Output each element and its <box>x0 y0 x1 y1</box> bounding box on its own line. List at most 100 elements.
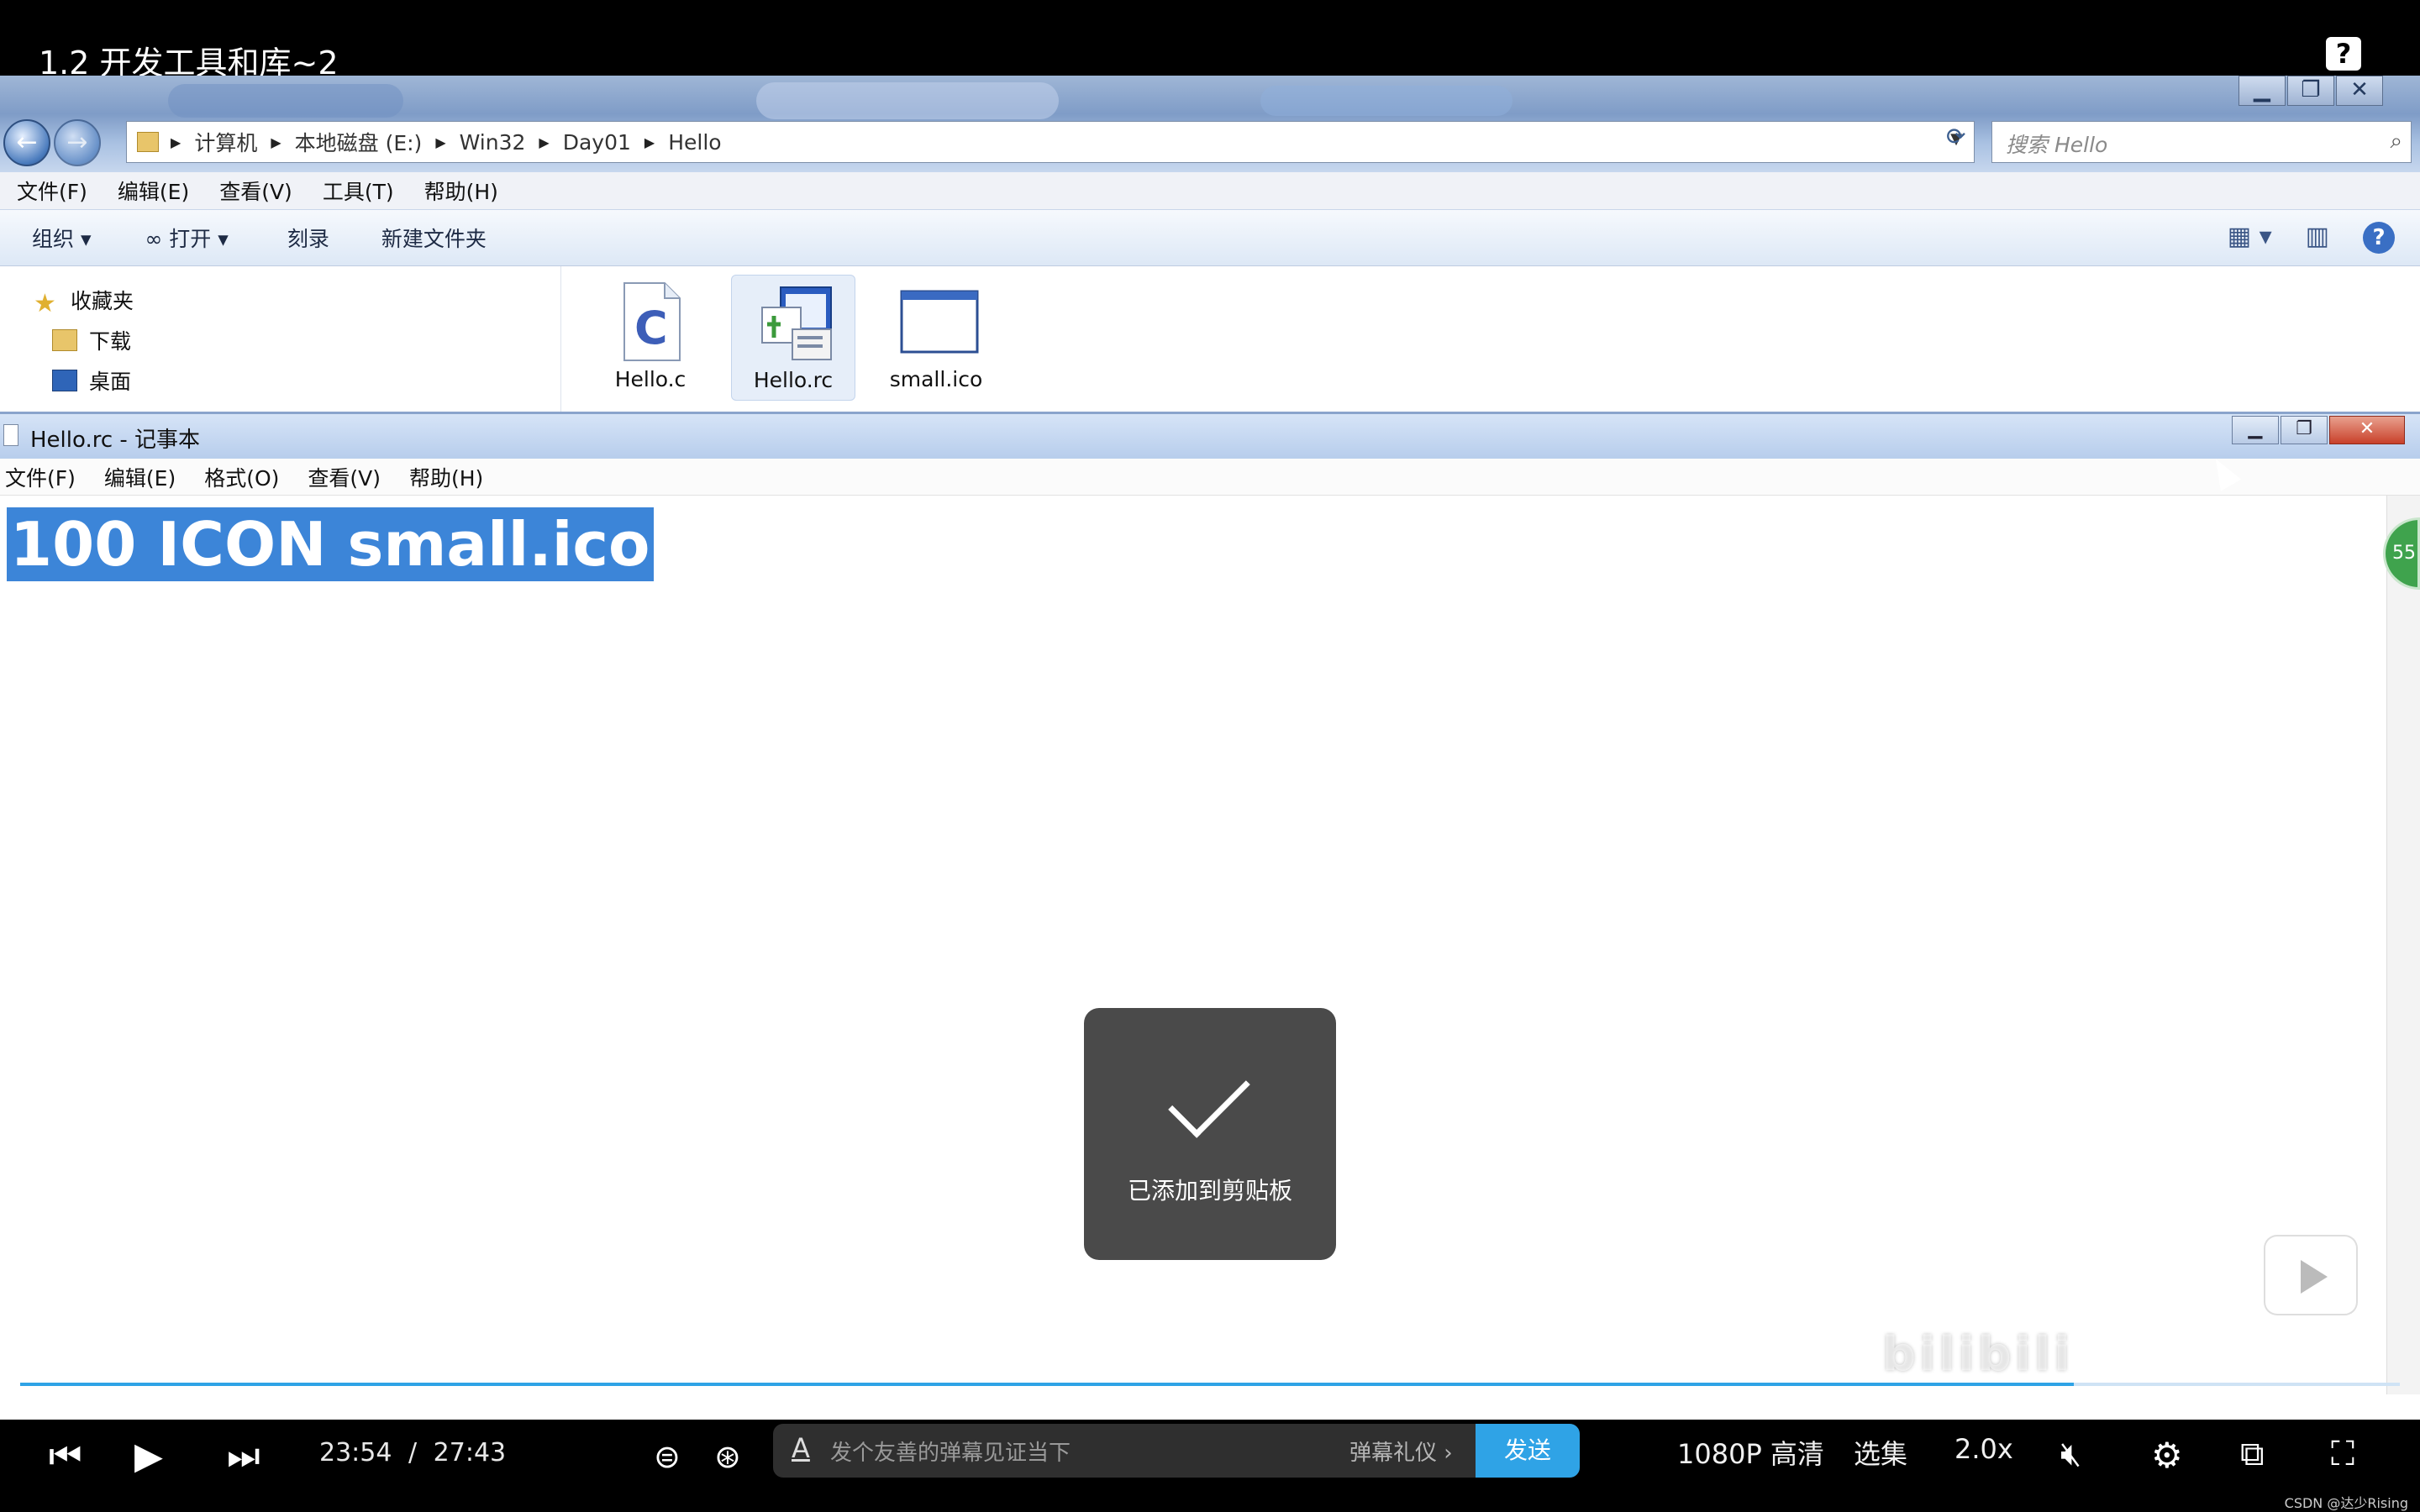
danmaku-input-box: A 发个友善的弹幕见证当下 弹幕礼仪 › 发送 <box>773 1424 1580 1478</box>
breadcrumb-separator-icon: ▶ <box>644 134 655 150</box>
open-label: 打开 <box>169 227 212 251</box>
notepad-title: Hello.rc - 记事本 <box>30 428 201 453</box>
speed-button[interactable]: 2.0x <box>1954 1433 2013 1465</box>
notepad-maximize-button[interactable]: ❐ <box>2281 416 2328 444</box>
quality-button[interactable]: 1080P 高清 <box>1677 1433 1824 1472</box>
search-placeholder: 搜索 Hello <box>2006 133 2108 157</box>
danmaku-settings-icon[interactable]: ⊛ <box>714 1438 741 1475</box>
file-small-ico[interactable]: small.ico <box>874 275 998 401</box>
breadcrumb-computer[interactable]: 计算机 <box>194 127 257 157</box>
maximize-button[interactable]: ❐ <box>2287 76 2334 106</box>
notepad-menu-help[interactable]: 帮助(H) <box>409 462 483 492</box>
nav-favorites-label: 收藏夹 <box>71 289 134 313</box>
help-circle-icon[interactable]: ? <box>2363 222 2395 254</box>
navigation-row: ← → ▶ 计算机 ▶ 本地磁盘 (E:) ▶ Win32 ▶ Day01 ▶ … <box>0 114 2420 168</box>
star-icon: ★ <box>34 289 56 318</box>
close-button[interactable]: ✕ <box>2336 76 2383 106</box>
file-list: C Hello.c Hello.rc small.ico <box>588 266 998 412</box>
organize-label: 组织 <box>32 227 75 251</box>
danmaku-style-icon[interactable]: A <box>792 1432 810 1464</box>
refresh-icon[interactable]: ⟳ <box>1946 123 1975 160</box>
notepad-menu-file[interactable]: 文件(F) <box>5 462 76 492</box>
explorer-window-controls: ▁ ❐ ✕ <box>2237 76 2383 106</box>
current-time: 23:54 <box>319 1438 392 1467</box>
explorer-toolbar: 组织 ▾ ∞ 打开 ▾ 刻录 新建文件夹 ▦ ▾ ▥ ? <box>0 209 2420 266</box>
file-name: Hello.c <box>614 367 687 391</box>
downloads-folder-icon <box>52 329 77 351</box>
file-hello-c[interactable]: C Hello.c <box>588 275 713 401</box>
time-display: 23:54 / 27:43 <box>319 1438 506 1467</box>
svg-text:C: C <box>634 302 668 354</box>
notepad-minimize-button[interactable]: ▁ <box>2232 416 2279 444</box>
open-button[interactable]: ∞ 打开 ▾ <box>145 223 229 253</box>
breadcrumb-separator-icon: ▶ <box>435 134 446 150</box>
toolbar-right: ▦ ▾ ▥ ? <box>2228 222 2395 254</box>
ico-file-icon <box>898 281 979 362</box>
nav-favorites[interactable]: ★ 收藏夹 <box>34 285 134 318</box>
file-hello-rc[interactable]: Hello.rc <box>731 275 855 401</box>
notepad-menu-edit[interactable]: 编辑(E) <box>104 462 176 492</box>
copied-toast: 已添加到剪贴板 <box>1084 1008 1336 1260</box>
search-input[interactable]: 搜索 Hello ⌕ <box>1991 121 2412 163</box>
nav-desktop[interactable]: 桌面 <box>52 365 131 396</box>
menu-edit[interactable]: 编辑(E) <box>118 176 189 206</box>
picture-in-picture-icon[interactable]: ⧉ <box>2240 1435 2265 1473</box>
address-bar[interactable]: ▶ 计算机 ▶ 本地磁盘 (E:) ▶ Win32 ▶ Day01 ▶ Hell… <box>126 121 1975 163</box>
nav-downloads-label: 下载 <box>89 329 132 354</box>
mute-icon[interactable]: 🔇︎ <box>2060 1435 2081 1473</box>
preview-pane-icon[interactable]: ▥ <box>2306 222 2329 254</box>
notepad-editor[interactable]: 100 ICON small.ico <box>0 496 2386 1420</box>
breadcrumb-drive[interactable]: 本地磁盘 (E:) <box>295 127 423 157</box>
breadcrumb-hello[interactable]: Hello <box>668 130 721 155</box>
nav-downloads[interactable]: 下载 <box>52 325 131 355</box>
danmaku-input[interactable]: 发个友善的弹幕见证当下 <box>830 1436 1071 1467</box>
notepad-scrollbar[interactable] <box>2386 496 2420 1394</box>
danmaku-etiquette-link[interactable]: 弹幕礼仪 › <box>1349 1436 1453 1467</box>
explorer-titlebar: ▁ ❐ ✕ ← → ▶ 计算机 ▶ 本地磁盘 (E:) ▶ Win32 ▶ Da… <box>0 76 2420 172</box>
breadcrumb-win32[interactable]: Win32 <box>460 130 526 155</box>
notepad-menu-view[interactable]: 查看(V) <box>308 462 381 492</box>
breadcrumb-day01[interactable]: Day01 <box>563 130 631 155</box>
video-progress-bar[interactable] <box>20 1383 2400 1386</box>
open-icon: ∞ <box>145 227 163 251</box>
duration: 27:43 <box>433 1438 507 1467</box>
notepad-window-controls: ▁ ❐ ✕ <box>2230 416 2405 444</box>
notepad-menu-format[interactable]: 格式(O) <box>204 462 279 492</box>
menu-view[interactable]: 查看(V) <box>219 176 292 206</box>
credit-text: CSDN @达少Rising <box>2284 1495 2408 1511</box>
settings-gear-icon[interactable]: ⚙ <box>2151 1435 2183 1476</box>
c-file-icon: C <box>613 281 688 362</box>
explorer-menubar: 文件(F) 编辑(E) 查看(V) 工具(T) 帮助(H) <box>0 172 2420 209</box>
forward-icon[interactable]: → <box>54 119 101 166</box>
search-icon[interactable]: ⌕ <box>2390 129 2402 155</box>
desktop-icon <box>52 370 77 391</box>
breadcrumb-separator-icon: ▶ <box>171 134 182 150</box>
breadcrumb-separator-icon: ▶ <box>539 134 550 150</box>
explorer-window: ▁ ❐ ✕ ← → ▶ 计算机 ▶ 本地磁盘 (E:) ▶ Win32 ▶ Da… <box>0 76 2420 412</box>
next-icon[interactable]: ⏭ <box>227 1435 260 1478</box>
organize-button[interactable]: 组织 ▾ <box>32 223 92 253</box>
previous-icon[interactable]: ⏮ <box>49 1435 82 1478</box>
breadcrumb-separator-icon: ▶ <box>271 134 281 150</box>
back-icon[interactable]: ← <box>3 119 50 166</box>
burn-button[interactable]: 刻录 <box>287 223 329 253</box>
selected-text[interactable]: 100 ICON small.ico <box>7 507 654 581</box>
minimize-button[interactable]: ▁ <box>2238 76 2286 106</box>
bilibili-watermark-logo: bilibili <box>1882 1327 2074 1382</box>
navigation-pane: ★ 收藏夹 下载 桌面 <box>0 266 561 412</box>
send-button[interactable]: 发送 <box>1476 1424 1580 1478</box>
fullscreen-icon[interactable]: ⛶ <box>2331 1435 2354 1473</box>
menu-file[interactable]: 文件(F) <box>17 176 87 206</box>
menu-help[interactable]: 帮助(H) <box>424 176 498 206</box>
player-controls: ⏮ ▶ ⏭ 23:54 / 27:43 ⊜ ⊛ A 发个友善的弹幕见证当下 弹幕… <box>0 1421 2420 1512</box>
episodes-button[interactable]: 选集 <box>1854 1433 1907 1472</box>
help-icon[interactable]: ? <box>2326 37 2361 71</box>
view-options-icon[interactable]: ▦ ▾ <box>2228 222 2272 254</box>
nav-desktop-label: 桌面 <box>89 370 132 394</box>
menu-tools[interactable]: 工具(T) <box>323 176 394 206</box>
danmaku-toggle-icon[interactable]: ⊜ <box>654 1438 681 1475</box>
notepad-menubar: 文件(F) 编辑(E) 格式(O) 查看(V) 帮助(H) <box>0 459 2420 496</box>
notepad-close-button[interactable]: ✕ <box>2329 416 2405 444</box>
new-folder-button[interactable]: 新建文件夹 <box>381 223 487 253</box>
play-icon[interactable]: ▶ <box>134 1435 163 1478</box>
